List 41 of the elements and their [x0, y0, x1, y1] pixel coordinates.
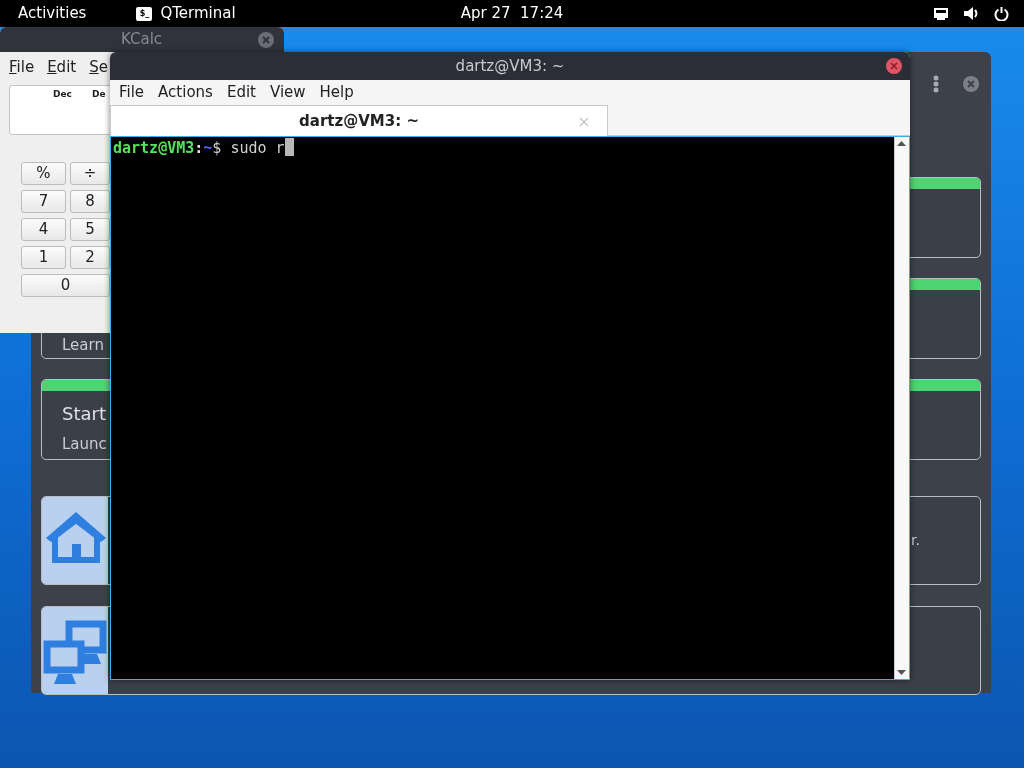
text-cursor — [284, 138, 294, 156]
display-label: De — [91, 88, 106, 101]
key-button[interactable]: ÷ — [70, 162, 110, 185]
card-subtitle: Learn — [62, 335, 105, 356]
key-button[interactable]: 5 — [70, 218, 110, 241]
tab[interactable]: dartz@VM3: ~ — [110, 105, 608, 136]
key-button[interactable]: 4 — [21, 218, 66, 241]
menu-item[interactable]: File — [9, 56, 35, 81]
card-subtitle: Launc — [62, 434, 108, 455]
more-options-icon[interactable] — [933, 75, 939, 93]
app-icon[interactable]: $_ — [136, 6, 153, 21]
display-label: Dec — [53, 88, 72, 101]
menu-item[interactable]: Se — [89, 56, 108, 81]
card-title: Start — [62, 402, 107, 426]
menu-item[interactable]: Edit — [47, 56, 77, 81]
menu-item[interactable]: Edit — [226, 81, 256, 102]
clock-button[interactable]: Apr 27 17:24 — [460, 4, 564, 23]
close-icon[interactable] — [963, 76, 979, 92]
close-icon[interactable] — [886, 58, 902, 74]
close-icon[interactable] — [258, 31, 274, 48]
window-title: dartz@VM3: ~ — [455, 55, 565, 77]
network-icon[interactable] — [933, 6, 949, 21]
key-button[interactable]: % — [21, 162, 66, 185]
terminal-line: dartz@VM3:~$ sudo r — [113, 138, 285, 158]
app-menu-button[interactable]: QTerminal — [160, 2, 236, 25]
menu-item[interactable]: Help — [319, 81, 354, 102]
key-button[interactable]: 2 — [70, 246, 110, 269]
activities-button[interactable]: Activities — [18, 2, 87, 25]
menu-item[interactable]: Actions — [158, 81, 213, 102]
key-button[interactable]: 0 — [21, 274, 110, 297]
window-title: KCalc — [121, 29, 163, 51]
menu-item[interactable]: View — [269, 81, 306, 102]
power-icon[interactable] — [994, 6, 1009, 21]
menu-item[interactable]: File — [119, 81, 145, 102]
key-button[interactable]: 7 — [21, 190, 66, 213]
volume-icon[interactable] — [963, 6, 980, 21]
key-button[interactable]: 8 — [70, 190, 110, 213]
key-button[interactable]: 1 — [21, 246, 66, 269]
card-text: r. — [911, 531, 920, 550]
scrollbar[interactable] — [894, 137, 909, 679]
tab-label: dartz@VM3: ~ — [299, 110, 419, 132]
